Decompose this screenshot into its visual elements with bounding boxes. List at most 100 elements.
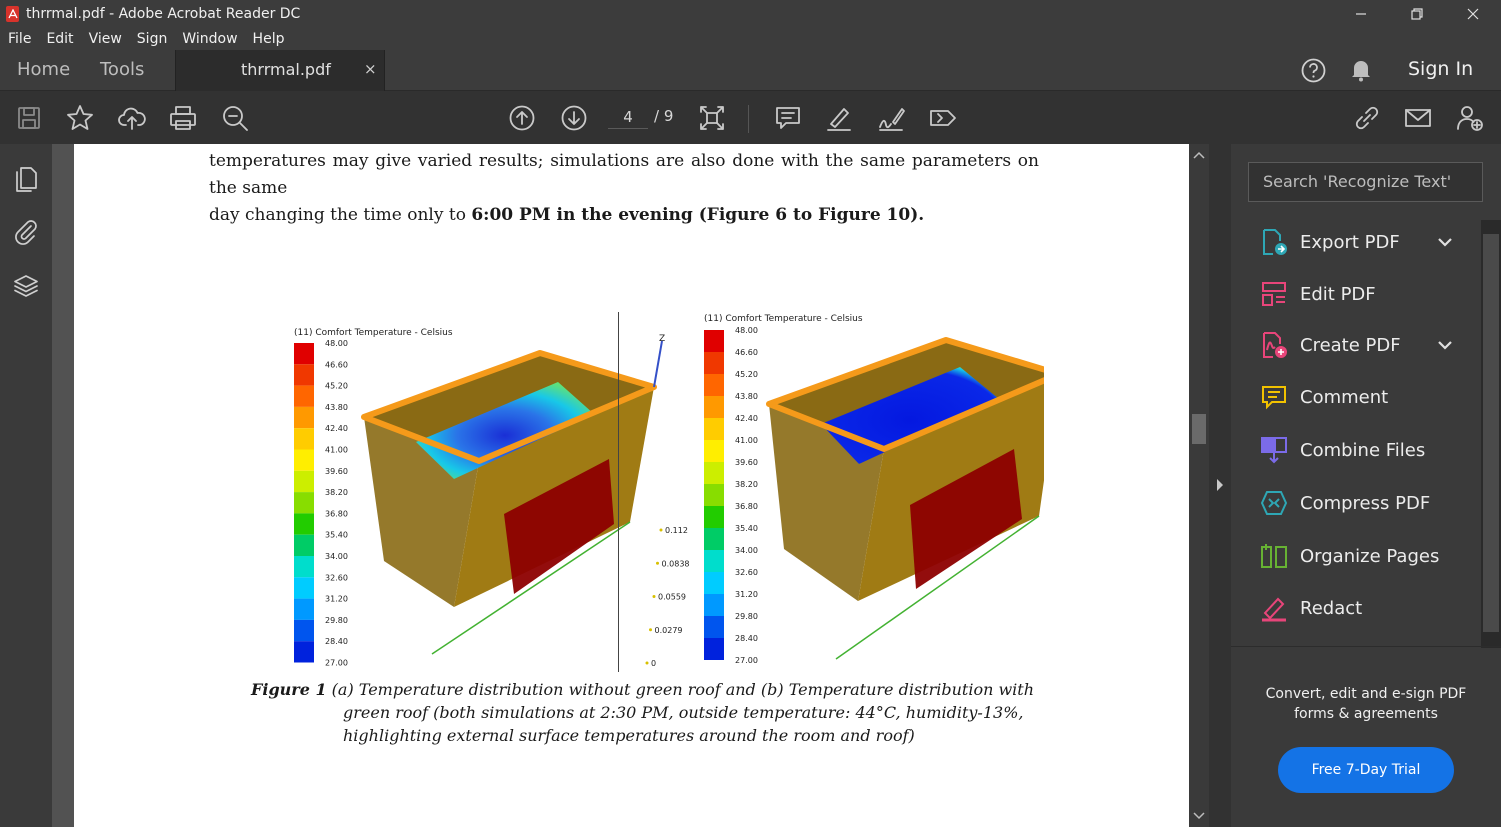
share-link-icon[interactable]	[1352, 103, 1382, 133]
tool-create-pdf[interactable]: Create PDF	[1231, 325, 1481, 365]
toolbar: 4 / 9	[0, 91, 1501, 144]
legend-swatch	[294, 598, 314, 620]
left-navigation-panel	[0, 144, 64, 827]
menu-help[interactable]: Help	[249, 31, 289, 47]
body-line-1: temperatures may give varied results; si…	[209, 151, 1039, 198]
legend-swatch	[704, 528, 724, 550]
tools-scroll-thumb[interactable]	[1483, 234, 1499, 632]
menu-file[interactable]: File	[4, 31, 35, 47]
menu-window[interactable]: Window	[178, 31, 241, 47]
legend-swatch	[294, 492, 314, 514]
scroll-down-arrow-icon[interactable]	[1193, 811, 1205, 821]
layers-icon[interactable]	[12, 272, 40, 300]
fit-page-icon[interactable]	[697, 103, 727, 133]
legend-swatch	[704, 330, 724, 352]
minimize-button[interactable]	[1333, 0, 1389, 27]
document-viewport[interactable]: temperatures may give varied results; si…	[52, 144, 1209, 827]
restore-button[interactable]	[1389, 0, 1445, 27]
axis-tick-mark	[659, 528, 663, 532]
legend-a-color-bars	[294, 343, 314, 663]
menu-edit[interactable]: Edit	[42, 31, 77, 47]
tool-comment[interactable]: Comment	[1231, 377, 1481, 417]
legend-label: 27.00	[735, 656, 758, 665]
tools-search-input[interactable]: Search 'Recognize Text'	[1248, 162, 1483, 202]
bookmark-star-icon[interactable]	[65, 103, 95, 133]
bell-icon[interactable]	[1350, 58, 1372, 82]
legend-label: 41.00	[735, 436, 758, 445]
legend-label: 45.20	[735, 370, 758, 379]
help-icon[interactable]	[1300, 57, 1327, 84]
print-icon[interactable]	[168, 103, 198, 133]
close-tab-icon[interactable]: ×	[364, 60, 377, 78]
menu-sign[interactable]: Sign	[133, 31, 172, 47]
chevron-down-icon[interactable]	[1436, 236, 1454, 248]
legend-label: 36.80	[325, 509, 348, 518]
tool-combine-files[interactable]: Combine Files	[1231, 430, 1481, 470]
close-window-button[interactable]	[1445, 0, 1501, 27]
legend-label: 35.40	[325, 531, 348, 540]
axis-tick-label: 0.0279	[655, 626, 683, 635]
legend-label: 29.80	[735, 612, 758, 621]
chevron-down-icon[interactable]	[1436, 339, 1454, 351]
tab-tools[interactable]: Tools	[100, 59, 144, 80]
axis-tick-mark	[649, 628, 652, 632]
tab-document[interactable]: thrrmal.pdf ×	[175, 50, 385, 91]
legend-swatch	[704, 550, 724, 572]
caption-label: Figure 1	[251, 680, 327, 699]
sign-pen-icon[interactable]	[876, 103, 906, 133]
zoom-search-icon[interactable]	[220, 103, 250, 133]
legend-swatch	[704, 396, 724, 418]
collapse-right-pane-icon[interactable]	[1214, 478, 1226, 492]
legend-label: 38.20	[325, 488, 348, 497]
axis-a-z: Z	[659, 334, 665, 344]
tool-export-pdf[interactable]: Export PDF	[1231, 222, 1481, 262]
fill-sign-icon[interactable]	[928, 103, 958, 133]
sign-in-button[interactable]: Sign In	[1408, 58, 1473, 80]
tool-compress-pdf[interactable]: Compress PDF	[1231, 483, 1481, 523]
add-user-icon[interactable]	[1455, 103, 1485, 133]
legend-a-labels: 48.00 46.60 45.20 43.80 42.40 41.00 39.60 38.20…	[325, 339, 348, 668]
legend-swatch	[704, 418, 724, 440]
free-trial-button[interactable]: Free 7-Day Trial	[1278, 747, 1454, 793]
tool-organize-pages[interactable]: Organize Pages	[1231, 536, 1481, 576]
legend-label: 34.00	[735, 546, 758, 555]
menu-view[interactable]: View	[85, 31, 126, 47]
email-icon[interactable]	[1403, 103, 1433, 133]
legend-swatch	[294, 428, 314, 450]
document-scrollbar[interactable]	[1189, 144, 1209, 827]
redact-icon	[1259, 593, 1289, 623]
axis-tick-label: 0.112	[665, 526, 688, 535]
tools-scrollbar[interactable]	[1481, 220, 1501, 648]
legend-label: 39.60	[325, 467, 348, 476]
attachments-icon[interactable]	[12, 217, 40, 245]
legend-label: 27.00	[325, 659, 348, 668]
previous-page-icon[interactable]	[507, 103, 537, 133]
axis-tick-mark	[645, 661, 649, 665]
tool-edit-pdf[interactable]: Edit PDF	[1231, 274, 1481, 314]
tab-home[interactable]: Home	[17, 59, 70, 80]
legend-label: 36.80	[735, 502, 758, 511]
tool-label: Compress PDF	[1300, 492, 1431, 514]
legend-label: 32.60	[735, 568, 758, 577]
page-thumbnails-icon[interactable]	[12, 164, 40, 192]
legend-swatch	[704, 352, 724, 374]
tool-label: Organize Pages	[1300, 545, 1440, 567]
page-number-input[interactable]: 4	[608, 105, 648, 129]
highlight-pen-icon[interactable]	[824, 103, 854, 133]
model-a: Z 0.1120.08380.05590.027900.0410.0820.12…	[361, 334, 690, 668]
next-page-icon[interactable]	[559, 103, 589, 133]
scroll-up-arrow-icon[interactable]	[1193, 150, 1205, 160]
body-line-2: day changing the time only to 6:00 PM in…	[209, 202, 1039, 229]
tool-redact[interactable]: Redact	[1231, 588, 1481, 628]
save-icon[interactable]	[14, 103, 44, 133]
tool-label: Redact	[1300, 597, 1363, 619]
menu-bar: File Edit View Sign Window Help	[0, 27, 1501, 50]
legend-swatch	[704, 616, 724, 638]
tool-label: Combine Files	[1300, 439, 1426, 461]
legend-swatch	[704, 374, 724, 396]
upload-cloud-icon[interactable]	[117, 103, 147, 133]
document-scroll-thumb[interactable]	[1192, 414, 1206, 444]
legend-swatch	[704, 484, 724, 506]
comment-tool-icon[interactable]	[773, 103, 803, 133]
axis-tick-label: 0.0559	[658, 593, 686, 602]
